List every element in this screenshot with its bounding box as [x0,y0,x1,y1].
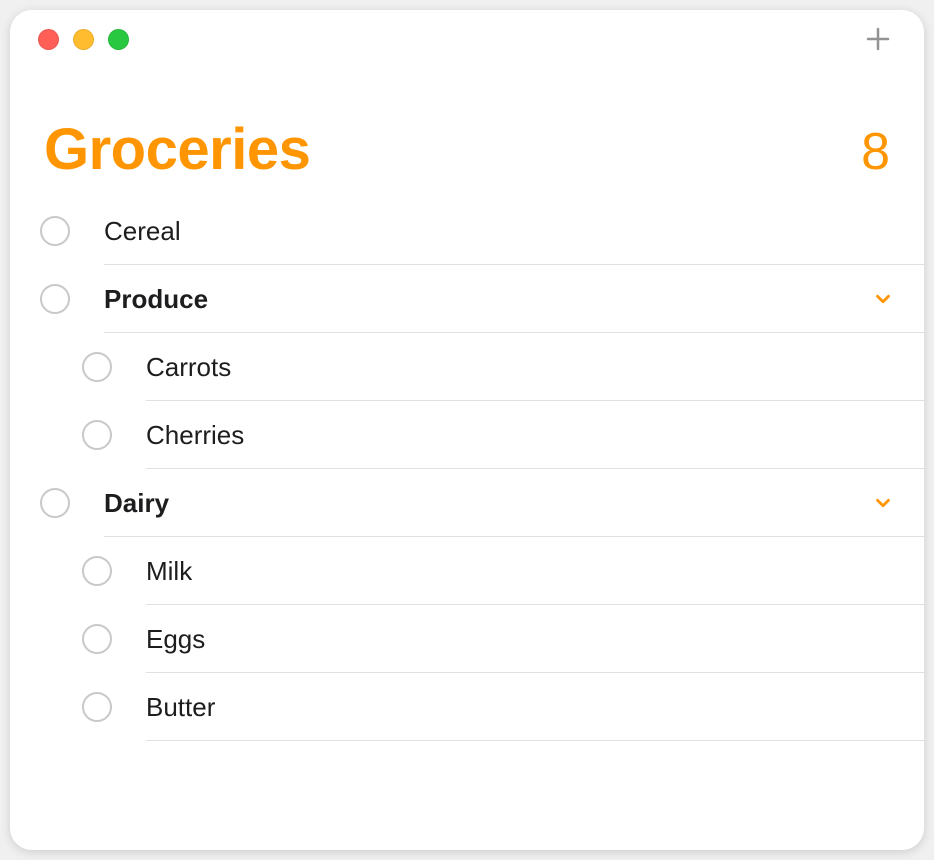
list-title: Groceries [44,116,310,183]
app-window: Groceries 8 Cereal Produce [10,10,924,850]
item-label[interactable]: Milk [146,556,894,587]
item-label[interactable]: Eggs [146,624,894,655]
list-count: 8 [861,122,890,182]
add-reminder-button[interactable] [860,21,896,57]
list-item[interactable]: Butter [10,673,924,741]
chevron-down-icon [872,288,894,310]
completion-checkbox[interactable] [40,488,70,518]
item-label[interactable]: Cherries [146,420,894,451]
window-controls [38,29,129,50]
reminders-list: Cereal Produce Carrots [10,197,924,741]
list-group-header[interactable]: Produce [10,265,924,333]
completion-checkbox[interactable] [82,352,112,382]
list-header: Groceries 8 [10,68,924,197]
titlebar [10,10,924,68]
item-label[interactable]: Butter [146,692,894,723]
window-zoom-button[interactable] [108,29,129,50]
expand-toggle[interactable] [872,288,894,310]
group-label[interactable]: Produce [104,284,872,315]
completion-checkbox[interactable] [82,692,112,722]
group-label[interactable]: Dairy [104,488,872,519]
window-close-button[interactable] [38,29,59,50]
list-item[interactable]: Cereal [10,197,924,265]
list-item[interactable]: Carrots [10,333,924,401]
completion-checkbox[interactable] [82,420,112,450]
completion-checkbox[interactable] [82,556,112,586]
plus-icon [863,24,893,54]
list-group-header[interactable]: Dairy [10,469,924,537]
window-minimize-button[interactable] [73,29,94,50]
completion-checkbox[interactable] [40,284,70,314]
expand-toggle[interactable] [872,492,894,514]
list-item[interactable]: Milk [10,537,924,605]
list-item[interactable]: Cherries [10,401,924,469]
item-label[interactable]: Cereal [104,216,894,247]
completion-checkbox[interactable] [82,624,112,654]
item-label[interactable]: Carrots [146,352,894,383]
list-item[interactable]: Eggs [10,605,924,673]
completion-checkbox[interactable] [40,216,70,246]
chevron-down-icon [872,492,894,514]
